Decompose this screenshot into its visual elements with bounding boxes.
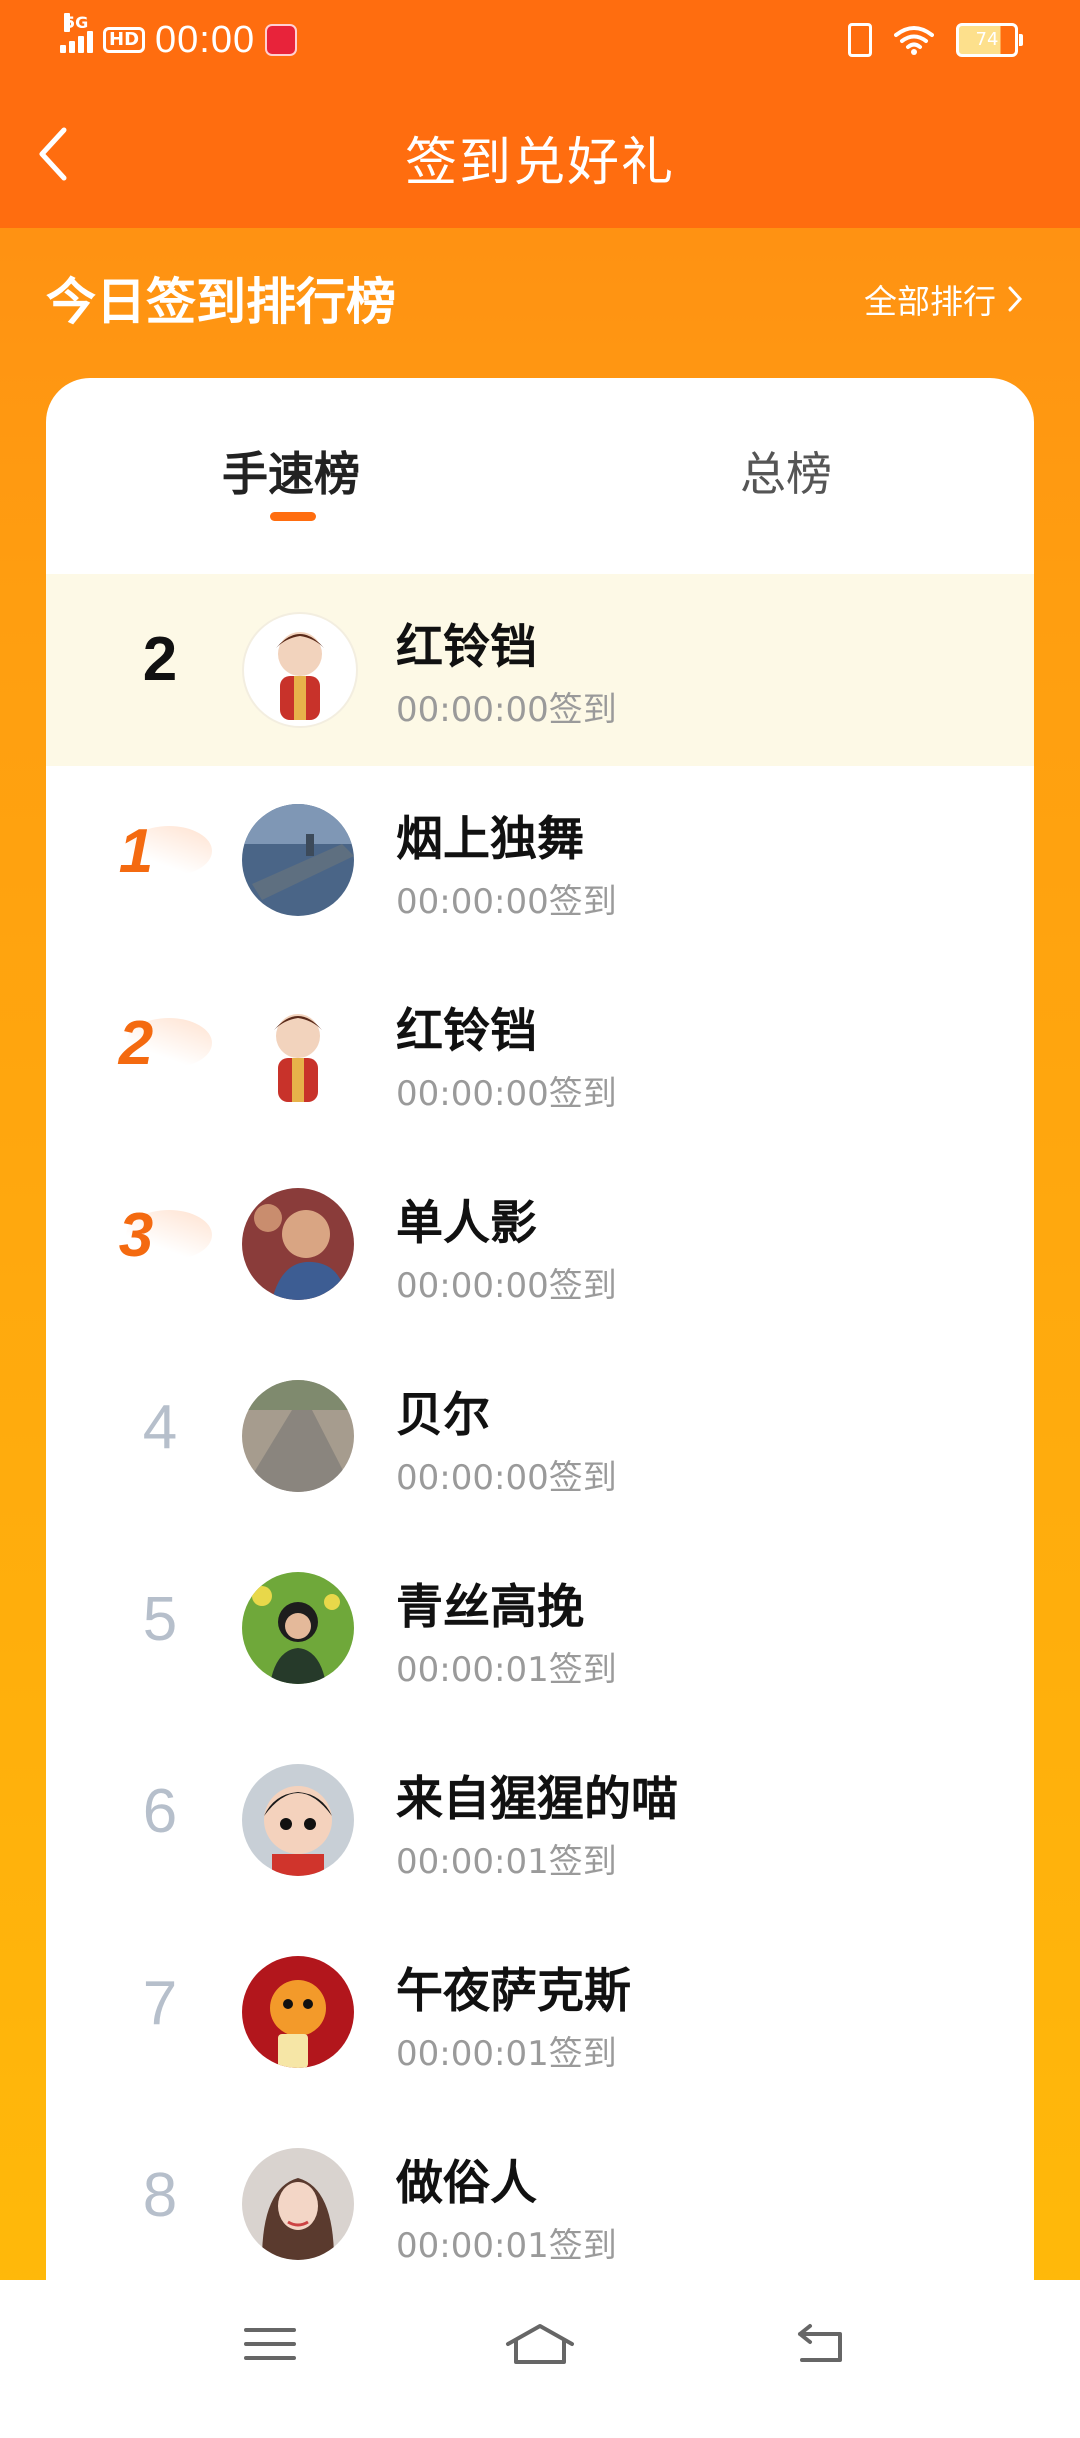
system-navigation-bar [0,2280,1080,2408]
top-navigation-bar: 签到兑好礼 [0,80,1080,228]
rank-number: 2 [142,625,178,694]
user-name: 烟上独舞 [396,812,584,867]
avatar [242,1956,354,2068]
rank-row[interactable]: 6 来自猩猩的喵 00:00:01签到 [46,1726,1034,1918]
rank-number: 6 [142,1777,178,1846]
signin-time: 00:00:00签到 [396,1266,617,1306]
page-title: 签到兑好礼 [404,133,675,193]
user-name: 青丝高挽 [396,1580,584,1635]
signin-time: 00:00:01签到 [396,2226,617,2266]
signin-time: 00:00:01签到 [396,1842,617,1882]
user-name: 贝尔 [396,1388,490,1443]
rank-row[interactable]: 2 红铃铛 00:00:00签到 [46,958,1034,1150]
all-ranking-label: 全部排行 [864,282,996,321]
avatar [242,804,354,916]
back-icon[interactable] [790,2320,850,2368]
active-tab-indicator [270,512,316,521]
rank-row[interactable]: 3 单人影 00:00:00签到 [46,1150,1034,1342]
signin-time: 00:00:01签到 [396,1650,617,1690]
wifi-icon [894,26,934,55]
avatar [242,1572,354,1684]
user-name: 红铃铛 [396,620,537,675]
user-name: 红铃铛 [396,1004,537,1059]
avatar [242,612,358,728]
rank-row[interactable]: 1 烟上独舞 00:00:00签到 [46,766,1034,958]
rank-number: 4 [142,1393,178,1462]
user-name: 午夜萨克斯 [396,1964,631,2019]
vibrate-icon [848,23,872,57]
signin-time: 00:00:00签到 [396,1458,617,1498]
avatar [242,1188,354,1300]
notification-app-icon [265,24,298,56]
rank-row[interactable]: 8 做俗人 00:00:01签到 [46,2110,1034,2302]
signin-time: 00:00:00签到 [396,1074,617,1114]
battery-icon: 74 [956,23,1023,57]
signin-time: 00:00:00签到 [396,882,617,922]
rank-row[interactable]: 5 青丝高挽 00:00:01签到 [46,1534,1034,1726]
tab-total-ranking[interactable]: 总榜 [740,438,832,504]
rank-number: 3 [118,1201,154,1270]
my-rank-row[interactable]: 2 红铃铛 00:00:00签到 [46,574,1034,766]
avatar [242,2148,354,2260]
cellular-signal-icon: 5G [60,13,93,53]
rank-number: 5 [142,1585,178,1654]
network-type: 5G [64,13,89,32]
signin-time: 00:00:00签到 [396,690,617,730]
all-ranking-link[interactable]: 全部排行 [864,275,1024,323]
status-bar: 5G HD 00:00 74 [0,0,1080,80]
avatar [242,996,354,1108]
signin-time: 00:00:01签到 [396,2034,617,2074]
tab-speed-ranking[interactable]: 手速榜 [222,438,360,504]
menu-icon[interactable] [240,2320,300,2368]
rank-number: 2 [118,1009,154,1078]
avatar [242,1764,354,1876]
avatar [242,1380,354,1492]
user-name: 来自猩猩的喵 [396,1772,678,1827]
chevron-right-icon [1008,286,1023,312]
rank-row[interactable]: 7 午夜萨克斯 00:00:01签到 [46,1918,1034,2110]
rank-number: 1 [118,817,154,886]
status-time: 00:00 [155,18,256,61]
rank-number: 7 [142,1969,178,2038]
rank-row[interactable]: 4 贝尔 00:00:00签到 [46,1342,1034,1534]
user-name: 做俗人 [396,2156,537,2211]
home-icon[interactable] [502,2320,578,2368]
user-name: 单人影 [396,1196,537,1251]
leaderboard-card: 手速榜 总榜 2 红铃铛 00:00:00签到 1 烟上独舞 00:00:00签… [46,378,1034,2438]
rank-number: 8 [142,2161,178,2230]
ranking-title: 今日签到排行榜 [46,273,396,331]
hd-voice-icon: HD [103,27,146,53]
